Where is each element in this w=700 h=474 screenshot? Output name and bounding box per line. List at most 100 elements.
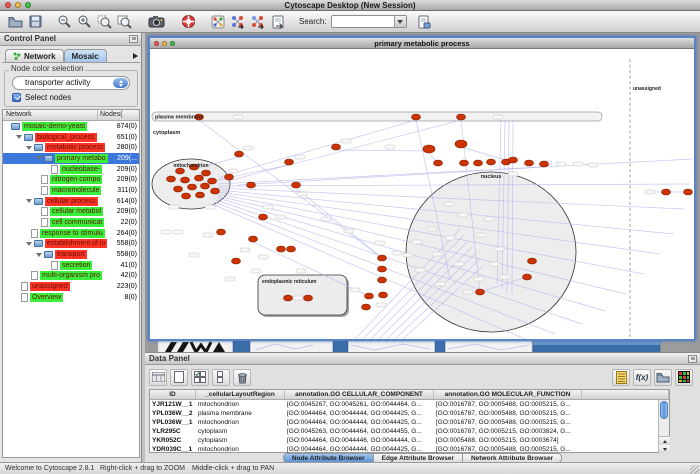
- network-node[interactable]: [202, 170, 211, 176]
- destroy-network-icon[interactable]: [180, 13, 197, 30]
- attribute-table-icon[interactable]: [149, 369, 167, 386]
- table-cell[interactable]: [GO:0016787, GO:0005215, GO:0003824, G..…: [434, 427, 582, 436]
- refresh-attributes-icon[interactable]: [416, 13, 433, 30]
- network-node[interactable]: [259, 214, 268, 220]
- tree-item-cellular-process[interactable]: cellular process614(0): [3, 196, 139, 207]
- table-cell[interactable]: [GO:0005488, GO:0005215, GO:0003674]: [434, 436, 582, 445]
- table-cell[interactable]: mitochondrion: [196, 400, 285, 409]
- table-row[interactable]: YLR295Ccytoplasm[GO:0045263, GO:0044464,…: [150, 427, 669, 436]
- network-node[interactable]: [284, 295, 293, 301]
- network-canvas[interactable]: plasma membranecytoplasmmitochondrionnuc…: [150, 49, 694, 339]
- network-node[interactable]: [188, 184, 197, 190]
- network-node[interactable]: [285, 159, 294, 165]
- select-nodes-checkbox[interactable]: [12, 93, 21, 102]
- table-cell[interactable]: YLR295C: [150, 427, 196, 436]
- tree-item-primary-metabo[interactable]: primary metabo209(...: [3, 153, 139, 164]
- float-data-panel-icon[interactable]: [688, 355, 697, 363]
- import-document-icon[interactable]: [269, 13, 286, 30]
- network-node[interactable]: [304, 295, 313, 301]
- tree-item-cellular-metabol[interactable]: cellular metabol209(0): [3, 207, 139, 218]
- network-node[interactable]: [684, 189, 693, 195]
- scroll-down-icon[interactable]: [659, 445, 670, 453]
- attribute-list-icon[interactable]: [612, 369, 630, 386]
- table-cell[interactable]: mitochondrion: [196, 418, 285, 427]
- table-row[interactable]: YKR052Ccytoplasm[GO:0044464, GO:0044446,…: [150, 436, 669, 445]
- network-close-icon[interactable]: [154, 41, 159, 46]
- network-node[interactable]: [217, 229, 226, 235]
- network-node[interactable]: [196, 192, 205, 198]
- network-node[interactable]: [460, 160, 469, 166]
- tree-item-transport[interactable]: transport558(0): [3, 249, 139, 260]
- network-node[interactable]: [182, 193, 191, 199]
- network-node[interactable]: [292, 182, 301, 188]
- network-node[interactable]: [423, 145, 435, 153]
- create-network-icon[interactable]: [209, 13, 226, 30]
- tree-item-metabolic-process[interactable]: metabolic process280(0): [3, 142, 139, 153]
- network-node[interactable]: [249, 236, 258, 242]
- select-attributes-icon[interactable]: [191, 369, 209, 386]
- table-scrollbar[interactable]: [658, 400, 669, 452]
- network-node[interactable]: [378, 277, 387, 283]
- new-attribute-icon[interactable]: [170, 369, 188, 386]
- network-node[interactable]: [455, 140, 467, 148]
- table-cell[interactable]: [GO:0044464, GO:0044444, GO:0044425, G..…: [285, 409, 434, 418]
- column-header[interactable]: annotation.GO CELLULAR_COMPONENT: [285, 390, 434, 399]
- open-session-icon[interactable]: [7, 13, 24, 30]
- tab-overflow-icon[interactable]: [133, 53, 138, 59]
- zoom-in-icon[interactable]: [76, 13, 93, 30]
- tree-item-overview[interactable]: Overview8(0): [3, 292, 139, 303]
- tree-item-macromolecule[interactable]: macromolecule311(0): [3, 185, 139, 196]
- network-node[interactable]: [174, 186, 183, 192]
- table-cell[interactable]: YJR121W__1: [150, 400, 196, 409]
- tree-item-response-to-stimulu[interactable]: response to stimulu264(0): [3, 228, 139, 239]
- table-cell[interactable]: plasma membrane: [196, 409, 285, 418]
- network-node[interactable]: [181, 177, 190, 183]
- table-cell[interactable]: YPL036W__1: [150, 418, 196, 427]
- network-node[interactable]: [662, 189, 671, 195]
- snapshot-icon[interactable]: [148, 13, 165, 30]
- tree-item-nucleobase-[interactable]: nucleobase-209(0): [3, 164, 139, 175]
- table-row[interactable]: YPL036W__1mitochondrion[GO:0044464, GO:0…: [150, 418, 669, 427]
- network-node[interactable]: [362, 304, 371, 310]
- network-node[interactable]: [235, 151, 244, 157]
- network-node[interactable]: [412, 114, 421, 120]
- network-node[interactable]: [378, 266, 387, 272]
- scrollbar-thumb[interactable]: [660, 401, 668, 419]
- network-node[interactable]: [195, 175, 204, 181]
- zoom-fit-icon[interactable]: [116, 13, 133, 30]
- table-cell[interactable]: [GO:0016787, GO:0005488, GO:0005215, G..…: [434, 400, 582, 409]
- search-dropdown-icon[interactable]: [394, 16, 406, 27]
- column-header[interactable]: ID: [150, 390, 196, 399]
- table-cell[interactable]: cytoplasm: [196, 436, 285, 445]
- table-cell[interactable]: cytoplasm: [196, 427, 285, 436]
- column-header[interactable]: annotation.GO MOLECULAR_FUNCTION: [434, 390, 582, 399]
- tree-column-network[interactable]: Network: [3, 110, 98, 120]
- import-network-icon[interactable]: [229, 13, 246, 30]
- table-cell[interactable]: [GO:0044464, GO:0044446, GO:0044444, G..…: [285, 436, 434, 445]
- import-network-table-icon[interactable]: [249, 13, 266, 30]
- network-node[interactable]: [476, 289, 485, 295]
- table-cell[interactable]: [GO:0045263, GO:0044464, GO:0044455, G..…: [285, 427, 434, 436]
- table-cell[interactable]: [GO:0045267, GO:0045261, GO:0044464, G..…: [285, 400, 434, 409]
- tree-item-multi-organism-pro[interactable]: multi-organism pro42(0): [3, 271, 139, 282]
- network-window-titlebar[interactable]: primary metabolic process: [150, 38, 694, 49]
- network-node[interactable]: [434, 160, 443, 166]
- node-color-dropdown[interactable]: transporter activity: [12, 76, 130, 90]
- tree-item-biological-process[interactable]: biological_process651(0): [3, 132, 139, 143]
- tree-item-mosaic-demo-yeast[interactable]: mosaic-demo-yeast874(0): [3, 121, 139, 132]
- table-cell[interactable]: YPL036W__2: [150, 409, 196, 418]
- network-node[interactable]: [201, 183, 210, 189]
- import-attributes-icon[interactable]: [654, 369, 672, 386]
- search-input[interactable]: [333, 16, 393, 27]
- delete-attribute-icon[interactable]: [233, 369, 251, 386]
- resize-grip[interactable]: [690, 465, 699, 474]
- table-cell[interactable]: [GO:0016787, GO:0005488, GO:0005215, G..…: [434, 418, 582, 427]
- float-panel-icon[interactable]: [129, 35, 138, 43]
- network-node[interactable]: [225, 174, 234, 180]
- tab-mosaic[interactable]: Mosaic: [64, 49, 107, 62]
- table-row[interactable]: YJR121W__1mitochondrion[GO:0045267, GO:0…: [150, 400, 669, 409]
- tree-item-establishment-of-lo[interactable]: establishment of lo558(0): [3, 239, 139, 250]
- network-node[interactable]: [509, 157, 518, 163]
- unselect-attributes-icon[interactable]: [212, 369, 230, 386]
- network-node[interactable]: [528, 258, 537, 264]
